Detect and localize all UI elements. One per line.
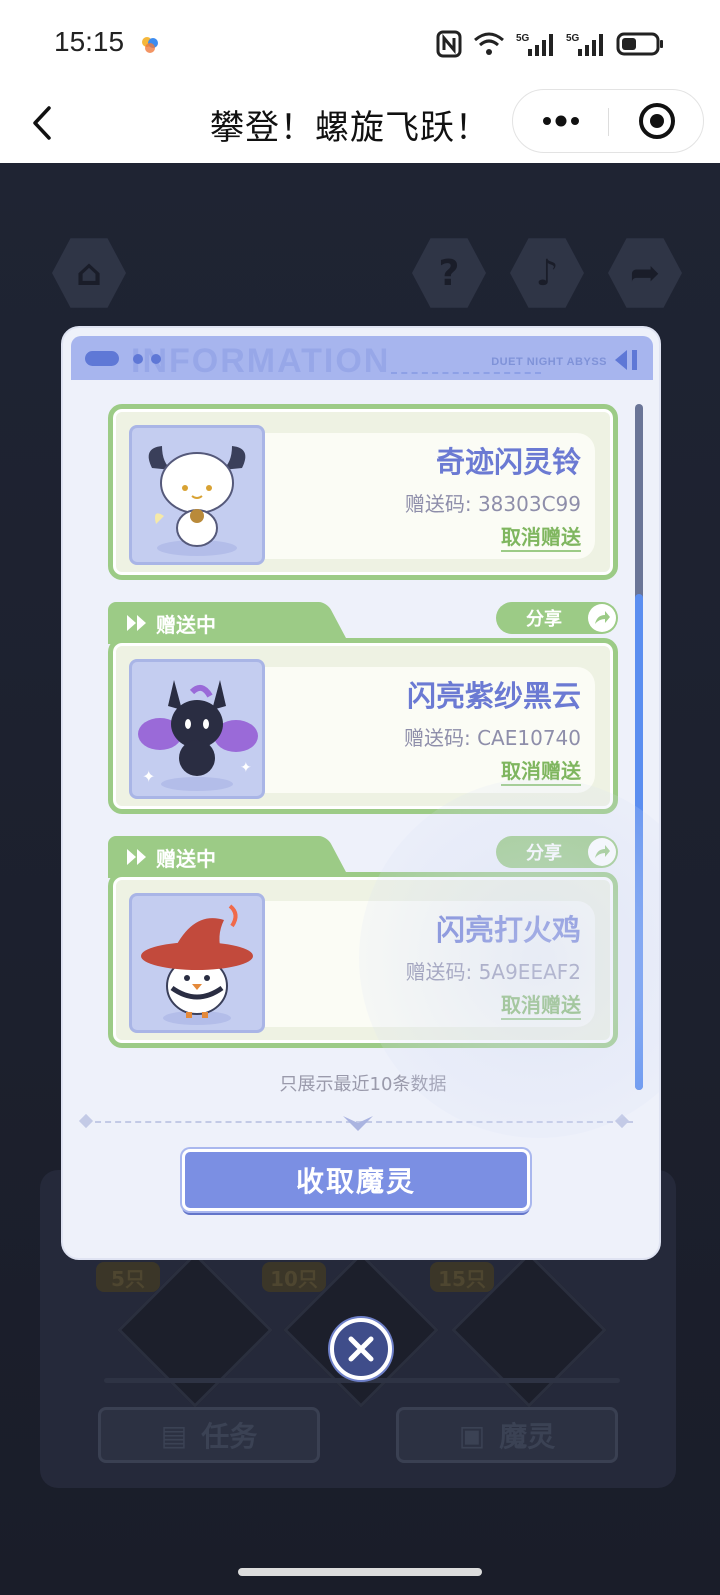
spirit-name: 闪亮打火鸡	[435, 913, 581, 947]
svg-text:✦: ✦	[240, 760, 252, 776]
svg-text:5G: 5G	[516, 33, 530, 44]
gift-status-label: 赠送中	[156, 612, 216, 637]
home-indicator[interactable]	[238, 1568, 482, 1576]
records-footnote: 只展示最近10条数据	[279, 1074, 447, 1095]
milestone-badge-5: 5只	[96, 1262, 160, 1292]
nfc-icon	[436, 30, 462, 58]
spirit-thumbnail: ✦ ✦	[129, 659, 265, 799]
spirit-goat-image	[148, 446, 246, 556]
tab-spirits-label: 魔灵	[499, 1420, 556, 1453]
mini-program-capsule	[512, 89, 704, 153]
spirit-name: 奇迹闪灵铃	[435, 445, 581, 479]
more-dots-icon	[542, 115, 579, 127]
gift-card-body: ✦ ✦ 闪亮紫纱黑云 赠送码: CAE10740 取消赠送	[108, 638, 618, 814]
separator-diamond	[78, 1113, 94, 1129]
gift-records-modal: INFORMATION DUET NIGHT ABYSS 奇迹闪灵铃 赠送码: …	[61, 326, 661, 1260]
header-brand: DUET NIGHT ABYSS	[491, 356, 607, 368]
target-icon	[638, 103, 675, 139]
header-dash-decoration	[391, 372, 541, 374]
nav-bar: 攀登！螺旋飞跃！	[0, 86, 720, 163]
svg-text:5G: 5G	[566, 33, 580, 44]
share-label: 分享	[526, 609, 562, 630]
gift-code: 赠送码: CAE10740	[404, 722, 581, 751]
more-button[interactable]	[513, 90, 608, 152]
share-arrow-icon	[588, 604, 616, 632]
gift-code: 赠送码: 38303C99	[405, 488, 581, 517]
gift-card-body: 闪亮打火鸡 赠送码: 5A9EEAF2 取消赠送	[108, 872, 618, 1048]
tab-tasks[interactable]: ▤ 任务	[98, 1407, 320, 1463]
tasks-icon: ▤	[160, 1418, 188, 1452]
status-icons: 5G 5G	[436, 30, 664, 58]
svg-text:✦: ✦	[142, 767, 155, 786]
spirits-icon: ▣	[458, 1418, 486, 1452]
gift-code-value: 5A9EEAF2	[478, 960, 581, 984]
spirit-black-cloud-image: ✦ ✦	[138, 680, 258, 791]
gift-info: 闪亮紫纱黑云 赠送码: CAE10740 取消赠送	[265, 667, 595, 793]
share-button[interactable]: 分享	[496, 602, 618, 634]
modal-header: INFORMATION DUET NIGHT ABYSS	[71, 336, 653, 380]
spirit-name: 闪亮紫纱黑云	[406, 679, 581, 713]
close-modal-button[interactable]	[330, 1318, 392, 1380]
header-ghost-title: INFORMATION	[131, 342, 391, 380]
chevron-down-icon	[343, 1116, 373, 1131]
status-bar: 15:15 5G 5G	[0, 0, 720, 86]
gift-card-body: 奇迹闪灵铃 赠送码: 38303C99 取消赠送	[108, 404, 618, 580]
scrollbar-thumb[interactable]	[635, 594, 643, 1090]
play-arrows-icon	[127, 615, 146, 631]
exit-button[interactable]	[609, 90, 704, 152]
share-button[interactable]: 分享	[496, 836, 618, 868]
tab-spirits[interactable]: ▣ 魔灵	[396, 1407, 618, 1463]
gift-code-value: 38303C99	[477, 492, 581, 516]
spirit-thumbnail	[129, 893, 265, 1033]
gift-code-label: 赠送码:	[404, 492, 472, 516]
play-arrows-icon	[127, 849, 146, 865]
cancel-gift-link[interactable]: 取消赠送	[501, 521, 581, 552]
collect-spirit-button[interactable]: 收取魔灵	[182, 1149, 530, 1211]
signal-5g-icon-2: 5G	[566, 33, 603, 56]
milestone-badge-15: 15只	[430, 1262, 494, 1292]
separator-diamond	[614, 1113, 630, 1129]
wifi-icon	[474, 32, 504, 55]
gift-code-label: 赠送码:	[405, 960, 473, 984]
gift-status-label: 赠送中	[156, 846, 216, 871]
gift-code-value: CAE10740	[477, 726, 581, 750]
signal-5g-icon: 5G	[516, 33, 553, 56]
battery-icon	[616, 32, 663, 56]
milestone-badge-10: 10只	[262, 1262, 326, 1292]
gift-card: 奇迹闪灵铃 赠送码: 38303C99 取消赠送	[108, 404, 618, 584]
gift-card: 赠送中 分享 ✦ ✦ 闪亮紫纱黑云 赠送码: CAE10740 取消赠送	[108, 602, 618, 814]
status-time: 15:15	[54, 26, 125, 57]
cancel-gift-link[interactable]: 取消赠送	[501, 755, 581, 786]
tab-tasks-label: 任务	[201, 1420, 258, 1453]
share-arrow-icon	[588, 838, 616, 866]
cancel-gift-link[interactable]: 取消赠送	[501, 989, 581, 1020]
gift-code: 赠送码: 5A9EEAF2	[406, 956, 581, 985]
close-icon	[348, 1336, 374, 1362]
collapse-arrow-icon	[615, 350, 637, 370]
app-status-icon	[142, 37, 158, 53]
share-label: 分享	[526, 843, 562, 864]
gift-card: 赠送中 分享 闪亮打火鸡 赠送码: 5A9EEAF2 取消赠送	[108, 836, 618, 1048]
header-pill-decoration	[85, 351, 119, 366]
spirit-fire-chicken-image	[141, 904, 253, 1025]
spirit-thumbnail	[129, 425, 265, 565]
gift-info: 奇迹闪灵铃 赠送码: 38303C99 取消赠送	[265, 433, 595, 559]
gift-code-label: 赠送码:	[403, 726, 471, 750]
gift-info: 闪亮打火鸡 赠送码: 5A9EEAF2 取消赠送	[265, 901, 595, 1027]
